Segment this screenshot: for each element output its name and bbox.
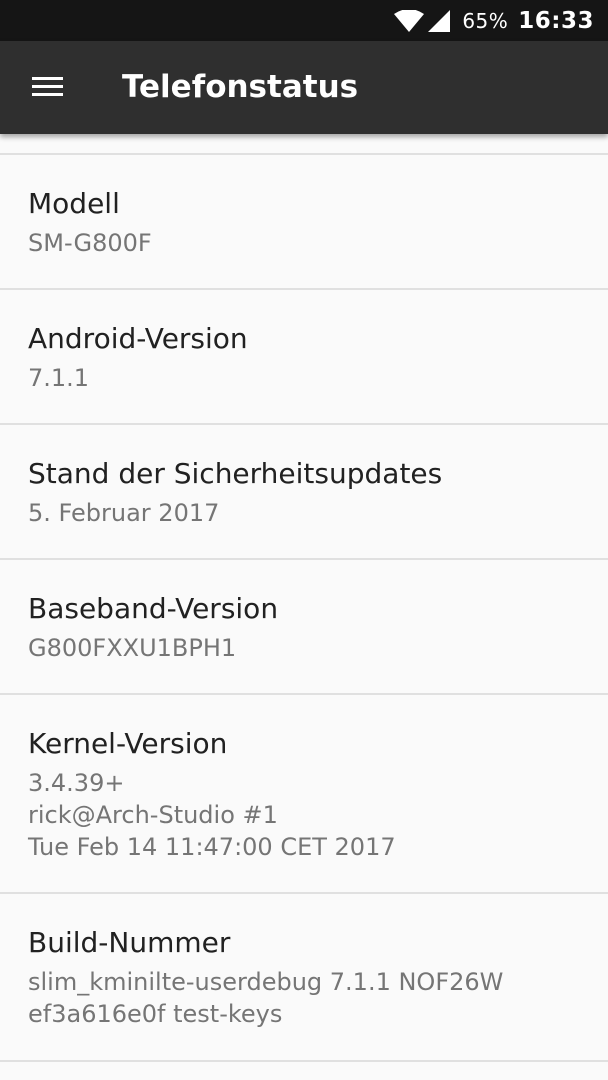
pref-item-security-patch[interactable]: Stand der Sicherheitsupdates 5. Februar …	[0, 425, 608, 560]
cellular-signal-icon	[428, 9, 451, 32]
pref-item-kernel-version[interactable]: Kernel-Version 3.4.39+ rick@Arch-Studio …	[0, 695, 608, 894]
toolbar: Telefonstatus	[0, 41, 608, 134]
pref-summary: 5. Februar 2017	[28, 499, 220, 527]
pref-summary: 3.4.39+ rick@Arch-Studio #1 Tue Feb 14 1…	[28, 769, 396, 861]
pref-title: Build-Nummer	[28, 926, 231, 959]
pref-title: Baseband-Version	[28, 592, 279, 625]
clock: 16:33	[518, 7, 594, 34]
battery-percentage: 65%	[462, 8, 509, 33]
pref-title: Modell	[28, 187, 120, 220]
page-title: Telefonstatus	[122, 69, 359, 105]
pref-title: Stand der Sicherheitsupdates	[28, 457, 443, 490]
pref-title: Android-Version	[28, 322, 248, 355]
pref-summary: 7.1.1	[28, 364, 90, 392]
status-indicators: 65% 16:33	[394, 0, 594, 41]
pref-summary: SM-G800F	[28, 229, 152, 257]
menu-icon[interactable]	[32, 77, 63, 99]
pref-summary: G800FXXU1BPH1	[28, 634, 237, 662]
pref-title: Kernel-Version	[28, 727, 228, 760]
pref-item-build-number[interactable]: Build-Nummer slim_kminilte-userdebug 7.1…	[0, 894, 608, 1062]
wifi-icon	[394, 9, 425, 32]
pref-item-baseband-version[interactable]: Baseband-Version G800FXXU1BPH1	[0, 560, 608, 695]
pref-item-model[interactable]: Modell SM-G800F	[0, 155, 608, 290]
pref-summary: slim_kminilte-userdebug 7.1.1 NOF26W ef3…	[28, 968, 504, 1028]
status-bar: 65% 16:33	[0, 0, 608, 41]
pref-item-android-version[interactable]: Android-Version 7.1.1	[0, 290, 608, 425]
